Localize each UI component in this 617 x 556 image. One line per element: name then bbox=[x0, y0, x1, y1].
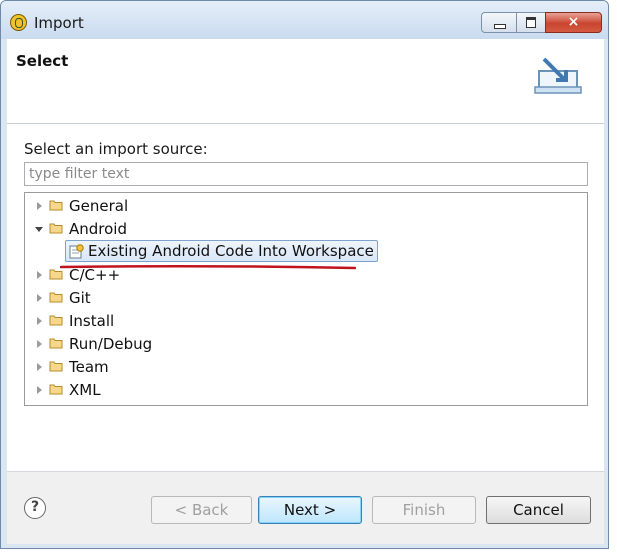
import-source-label: Select an import source: bbox=[24, 140, 208, 158]
folder-open-icon bbox=[49, 223, 63, 234]
tree-item-label: Install bbox=[69, 312, 115, 330]
finish-button[interactable]: Finish bbox=[372, 496, 476, 524]
tree-item-label: Git bbox=[69, 289, 91, 307]
title-bar[interactable]: Import × bbox=[1, 1, 608, 39]
folder-icon bbox=[49, 315, 63, 326]
expand-arrow-icon[interactable] bbox=[37, 340, 42, 348]
close-button[interactable]: × bbox=[545, 12, 602, 33]
import-wizard-icon bbox=[534, 57, 582, 94]
back-button[interactable]: < Back bbox=[151, 496, 252, 524]
tree-item-label: XML bbox=[69, 381, 101, 399]
maximize-button[interactable] bbox=[516, 12, 546, 33]
folder-icon bbox=[49, 361, 63, 372]
tree-item-label: Run/Debug bbox=[69, 335, 153, 353]
annotation-underline bbox=[60, 264, 356, 270]
tree-item-label: Android bbox=[69, 220, 127, 238]
expand-arrow-icon[interactable] bbox=[37, 294, 42, 302]
tree-item-label: General bbox=[69, 197, 129, 215]
collapse-arrow-icon[interactable] bbox=[35, 227, 43, 232]
expand-arrow-icon[interactable] bbox=[37, 363, 42, 371]
page-title: Select bbox=[16, 52, 69, 70]
help-icon[interactable]: ? bbox=[24, 497, 46, 519]
button-bar: ? < Back Next > Finish Cancel bbox=[7, 471, 604, 544]
folder-icon bbox=[49, 200, 63, 211]
tree-item-existing-android-code[interactable]: Existing Android Code Into Workspace bbox=[65, 240, 378, 262]
wizard-header: Select bbox=[7, 39, 604, 124]
expand-arrow-icon[interactable] bbox=[37, 202, 42, 210]
import-source-tree[interactable]: General Android Existing Android Code In… bbox=[24, 192, 588, 406]
cancel-button[interactable]: Cancel bbox=[486, 496, 591, 524]
expand-arrow-icon[interactable] bbox=[37, 317, 42, 325]
close-icon: × bbox=[567, 14, 580, 30]
minimize-button[interactable] bbox=[481, 12, 517, 33]
folder-icon bbox=[49, 292, 63, 303]
expand-arrow-icon[interactable] bbox=[37, 271, 42, 279]
wizard-content: Select an import source: General Android… bbox=[7, 124, 604, 471]
folder-icon bbox=[49, 384, 63, 395]
next-button[interactable]: Next > bbox=[258, 496, 362, 524]
android-project-icon bbox=[69, 244, 84, 259]
tree-item-label: Team bbox=[69, 358, 109, 376]
window-title: Import bbox=[34, 14, 84, 32]
import-dialog: Import × Select Select an import source:… bbox=[0, 0, 609, 549]
expand-arrow-icon[interactable] bbox=[37, 386, 42, 394]
eclipse-icon bbox=[10, 14, 27, 31]
folder-icon bbox=[49, 338, 63, 349]
tree-item-label: Existing Android Code Into Workspace bbox=[88, 242, 374, 260]
filter-input[interactable] bbox=[24, 162, 588, 186]
